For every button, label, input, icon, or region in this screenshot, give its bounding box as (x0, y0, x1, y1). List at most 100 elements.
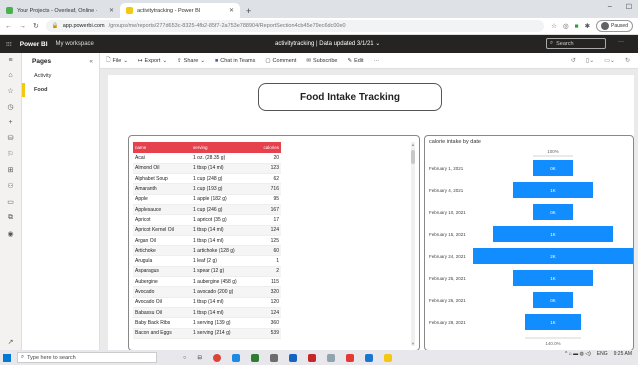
new-tab-button[interactable]: + (240, 6, 257, 18)
table-row[interactable]: Acai 1 oz. (28.35 g) 20 (133, 153, 281, 164)
app-icon[interactable] (345, 353, 354, 362)
food-table-visual[interactable]: name serving calories Acai 1 oz. (28.35 g… (128, 135, 420, 351)
powerbi-brand[interactable]: Power BI (20, 41, 48, 48)
table-row[interactable]: Apricot Kernel Oil 1 tbsp (14 ml) 124 (133, 225, 281, 236)
store-icon[interactable] (269, 353, 278, 362)
my-workspace-icon[interactable]: ◉ (7, 230, 13, 238)
data-label: 1K (550, 188, 556, 193)
table-row[interactable]: Apricot 1 apricot (35 g) 17 (133, 214, 281, 226)
more-toolbar-button[interactable]: ··· (374, 58, 380, 64)
page-item-activity[interactable]: Activity (22, 69, 99, 83)
powerbi-icon[interactable] (383, 353, 392, 362)
expand-icon[interactable]: ↗ (8, 338, 14, 346)
explorer-icon[interactable]: ⊟ (197, 355, 202, 361)
column-header-calories[interactable]: calories (257, 142, 281, 153)
table-row[interactable]: Babassu Oil 1 tbsp (14 ml) 124 (133, 307, 281, 319)
close-tab-icon[interactable]: ✕ (229, 7, 234, 14)
excel-icon[interactable] (250, 353, 259, 362)
subscribe-button[interactable]: ✉ Subscribe (306, 58, 337, 64)
minimize-icon[interactable]: – (608, 3, 612, 11)
table-row[interactable]: Baby Back Ribs 1 serving (139 g) 360 (133, 317, 281, 329)
column-header-name[interactable]: name (133, 142, 191, 153)
cell-calories: 62 (257, 173, 281, 185)
table-row[interactable]: Avocado Oil 1 tbsp (14 ml) 120 (133, 297, 281, 308)
taskbar-search[interactable]: ⌕ Type here to search (17, 352, 157, 363)
clock[interactable]: 9:25 AM (614, 351, 632, 357)
app-icon[interactable] (326, 353, 335, 362)
edge-icon[interactable] (231, 353, 240, 362)
datasets-icon[interactable]: ⛁ (8, 134, 14, 142)
comment-button[interactable]: ▢ Comment (265, 58, 296, 64)
app-launcher-icon[interactable]: ⁝⁝⁝ (6, 41, 12, 48)
puzzle-icon[interactable]: ✱ (585, 22, 590, 30)
language-indicator[interactable]: ENG (597, 351, 608, 357)
task-view-icon[interactable]: ○ (183, 355, 186, 361)
reset-icon[interactable]: ↺ (571, 57, 576, 64)
collapse-pane-icon[interactable]: « (89, 58, 93, 65)
bookmark-icon[interactable]: ▯⌄ (586, 57, 594, 64)
table-row[interactable]: Apple 1 apple (182 g) 95 (133, 194, 281, 205)
star-icon[interactable]: ☆ (551, 22, 557, 30)
scroll-up-icon[interactable]: ▲ (411, 142, 415, 147)
table-row[interactable]: Alphabet Soup 1 cup (248 g) 62 (133, 173, 281, 185)
browser-tab-overleaf[interactable]: Your Projects - Overleaf, Online · ✕ (0, 3, 120, 18)
workspace-link[interactable]: My workspace (56, 41, 94, 47)
recent-icon[interactable]: ◷ (7, 103, 13, 111)
refresh-icon[interactable]: ↻ (625, 57, 630, 64)
powerbi-search-input[interactable]: ⌕ Search (546, 38, 606, 49)
url-field[interactable]: 🔒 app.powerbi.com/groups/me/reports/277d… (45, 20, 545, 32)
close-tab-icon[interactable]: ✕ (109, 7, 114, 14)
create-icon[interactable]: + (8, 119, 12, 126)
favorites-icon[interactable]: ☆ (7, 87, 13, 95)
browser-tab-powerbi[interactable]: activitytracking - Power BI ✕ (120, 3, 240, 18)
workspaces-icon[interactable]: ⧉ (8, 214, 13, 222)
reload-icon[interactable]: ↻ (33, 22, 39, 30)
scroll-down-icon[interactable]: ▼ (411, 341, 415, 346)
table-row[interactable]: Aubergine 1 aubergine (458 g) 115 (133, 276, 281, 288)
hamburger-icon[interactable]: ≡ (8, 57, 12, 64)
vscode-icon[interactable] (364, 353, 373, 362)
extension-icon[interactable]: ◎ (563, 22, 569, 30)
export-menu[interactable]: ↦ Export ⌄ (138, 58, 167, 64)
page-item-food[interactable]: Food (22, 83, 99, 97)
tray-icons[interactable]: ^ ⌂ ▬ ◍ ◁) (565, 351, 591, 357)
paused-label: Paused (611, 23, 628, 29)
table-row[interactable]: Asparagus 1 spear (12 g) 2 (133, 266, 281, 278)
maximize-icon[interactable]: ☐ (626, 3, 632, 11)
table-scrollbar[interactable]: ▲ ▼ (411, 142, 415, 346)
cell-serving: 1 leaf (2 g) (191, 255, 257, 267)
mail-icon[interactable] (288, 353, 297, 362)
scroll-thumb[interactable] (411, 150, 415, 164)
windows-start-icon[interactable] (3, 353, 11, 362)
report-status[interactable]: activitytracking | Data updated 3/1/21 ⌄ (275, 40, 380, 47)
goals-icon[interactable]: ⚐ (7, 150, 13, 158)
table-row[interactable]: Applesauce 1 cup (246 g) 167 (133, 204, 281, 216)
back-icon[interactable]: ← (5, 23, 12, 30)
column-header-serving[interactable]: serving (191, 142, 257, 153)
table-row[interactable]: Arugula 1 leaf (2 g) 1 (133, 255, 281, 267)
app-icon[interactable] (307, 353, 316, 362)
calorie-funnel-visual[interactable]: calorie intake by date 100% February 1, 2… (424, 135, 634, 351)
table-row[interactable]: Argan Oil 1 tbsp (14 ml) 125 (133, 235, 281, 247)
file-menu[interactable]: 🗋 File ⌄ (106, 56, 128, 65)
view-icon[interactable]: ▭⌄ (604, 57, 615, 64)
apps-icon[interactable]: ⊞ (8, 166, 14, 174)
table-row[interactable]: Almond Oil 1 tbsp (14 ml) 123 (133, 163, 281, 175)
table-row[interactable]: Bacon and Eggs 1 serving (214 g) 539 (133, 328, 281, 339)
profile-paused-button[interactable]: Paused (596, 20, 633, 32)
share-button[interactable]: ⇪ Share ⌄ (177, 58, 205, 64)
more-options-icon[interactable]: ··· (618, 39, 624, 45)
table-row[interactable]: Amaranth 1 cup (193 g) 716 (133, 183, 281, 195)
table-row[interactable]: Avocado 1 avocado (200 g) 320 (133, 286, 281, 298)
chat-in-teams-button[interactable]: ■ Chat in Teams (215, 58, 255, 64)
table-row[interactable]: Artichoke 1 artichoke (128 g) 60 (133, 245, 281, 257)
category-label: February 1, 2021 (429, 166, 464, 171)
edit-button[interactable]: ✎ Edit (347, 58, 363, 64)
shared-icon[interactable]: ⚇ (7, 182, 13, 190)
home-icon[interactable]: ⌂ (8, 72, 12, 79)
forward-icon[interactable]: → (19, 23, 26, 30)
lock-icon: 🔒 (51, 23, 59, 29)
learn-icon[interactable]: ▭ (7, 198, 14, 206)
checkmark-extension-icon[interactable]: ■ (575, 23, 579, 30)
chrome-icon[interactable] (212, 353, 221, 362)
